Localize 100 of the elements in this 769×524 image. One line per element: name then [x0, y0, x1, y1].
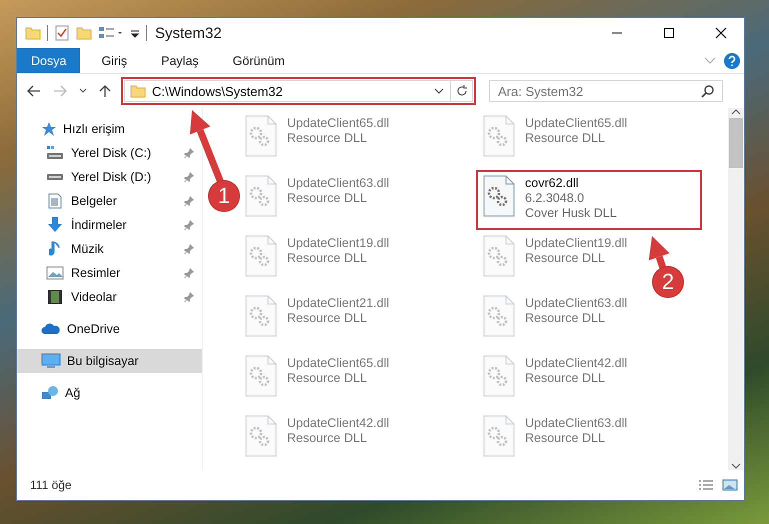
view-options-icon[interactable]: [98, 25, 124, 41]
file-item[interactable]: UpdateClient42.dll Resource DLL: [240, 412, 394, 468]
dll-file-icon: [244, 234, 278, 278]
drive-icon: [46, 173, 64, 181]
film-icon: [47, 289, 63, 305]
scroll-up-icon[interactable]: [731, 108, 741, 116]
up-arrow-icon[interactable]: [99, 84, 111, 98]
file-item[interactable]: UpdateClient65.dll Resource DLL: [240, 112, 394, 168]
sidebar-item[interactable]: Belgeler: [17, 189, 202, 213]
picture-icon: [46, 266, 64, 280]
file-name: UpdateClient42.dll: [287, 416, 390, 431]
dll-file-icon: [482, 354, 516, 398]
window-title: System32: [155, 24, 222, 42]
file-detail: 6.2.3048.0: [525, 191, 586, 206]
network-icon: [41, 385, 59, 401]
close-icon: [715, 27, 727, 39]
file-detail: Resource DLL: [525, 131, 606, 146]
file-detail: Resource DLL: [287, 251, 368, 266]
file-detail: Resource DLL: [525, 251, 606, 266]
file-detail: Resource DLL: [287, 131, 368, 146]
sidebar-item[interactable]: Yerel Disk (D:): [17, 165, 202, 189]
file-name: UpdateClient19.dll: [525, 236, 628, 251]
dll-file-icon: [482, 294, 516, 338]
folder-icon: [25, 26, 41, 40]
file-name: UpdateClient65.dll: [287, 356, 390, 371]
file-detail: Resource DLL: [287, 371, 368, 386]
file-item[interactable]: UpdateClient19.dll Resource DLL: [240, 232, 394, 288]
sidebar-item[interactable]: Resimler: [17, 261, 202, 285]
dll-file-icon: [244, 414, 278, 458]
dll-file-icon: [244, 294, 278, 338]
cloud-icon: [41, 323, 61, 335]
sidebar-item[interactable]: Yerel Disk (C:): [17, 141, 202, 165]
download-icon: [47, 217, 63, 233]
recent-dropdown-icon[interactable]: [79, 88, 87, 94]
scroll-down-icon[interactable]: [731, 462, 741, 470]
back-arrow-icon[interactable]: [27, 85, 41, 97]
file-name: UpdateClient19.dll: [287, 236, 390, 251]
details-view-icon[interactable]: [698, 479, 714, 491]
sidebar-item[interactable]: Videolar: [17, 285, 202, 309]
search-field[interactable]: Ara: System32: [489, 80, 723, 102]
dll-file-icon: [482, 174, 516, 218]
file-detail: Cover Husk DLL: [525, 206, 617, 221]
file-detail: Resource DLL: [525, 431, 606, 446]
music-note-icon: [49, 241, 61, 257]
file-detail: Resource DLL: [525, 311, 606, 326]
file-name: UpdateClient65.dll: [525, 116, 628, 131]
new-folder-icon: [76, 26, 92, 40]
star-icon: [41, 121, 57, 137]
dll-file-icon: [482, 234, 516, 278]
help-icon[interactable]: [724, 52, 740, 68]
file-item[interactable]: UpdateClient63.dll Resource DLL: [240, 172, 394, 228]
computer-icon: [41, 353, 61, 369]
file-item[interactable]: UpdateClient63.dll Resource DLL: [478, 292, 632, 348]
file-name: UpdateClient63.dll: [287, 176, 390, 191]
sidebar-item[interactable]: OneDrive: [17, 317, 126, 341]
properties-icon[interactable]: [54, 25, 70, 41]
file-name: covr62.dll: [525, 176, 580, 191]
scroll-thumb[interactable]: [729, 118, 743, 168]
file-item[interactable]: UpdateClient63.dll Resource DLL: [478, 412, 632, 468]
file-name: UpdateClient63.dll: [525, 416, 628, 431]
sidebar-item[interactable]: Bu bilgisayar: [17, 349, 202, 373]
sidebar-item[interactable]: İndirmeler: [17, 213, 202, 237]
chevron-down-icon: [434, 88, 444, 94]
file-item[interactable]: UpdateClient21.dll Resource DLL: [240, 292, 394, 348]
dll-file-icon: [244, 114, 278, 158]
address-bar[interactable]: C:\Windows\System32: [124, 80, 473, 102]
sidebar-item[interactable]: Müzik: [17, 237, 202, 261]
document-icon: [48, 193, 62, 209]
item-count: 111 öğe: [30, 478, 73, 492]
file-detail: Resource DLL: [287, 191, 368, 206]
sidebar-item[interactable]: Hızlı erişim: [17, 117, 131, 141]
drive-icon: [46, 145, 64, 161]
scrollbar[interactable]: [728, 108, 744, 470]
file-item[interactable]: UpdateClient19.dll Resource DLL: [478, 232, 632, 288]
large-icons-view-icon[interactable]: [722, 479, 738, 491]
ribbon-tab[interactable]: Paylaş: [148, 48, 212, 73]
file-item[interactable]: covr62.dll 6.2.3048.0 Cover Husk DLL: [478, 172, 700, 228]
folder-icon: [130, 84, 146, 98]
file-name: UpdateClient21.dll: [287, 296, 390, 311]
file-item[interactable]: UpdateClient42.dll Resource DLL: [478, 352, 632, 408]
address-path: C:\Windows\System32: [151, 84, 284, 98]
file-name: UpdateClient65.dll: [287, 116, 390, 131]
file-item[interactable]: UpdateClient65.dll Resource DLL: [240, 352, 394, 408]
file-item[interactable]: UpdateClient65.dll Resource DLL: [478, 112, 632, 168]
dll-file-icon: [482, 414, 516, 458]
file-detail: Resource DLL: [287, 431, 368, 446]
file-detail: Resource DLL: [287, 311, 368, 326]
file-detail: Resource DLL: [525, 371, 606, 386]
file-name: UpdateClient63.dll: [525, 296, 628, 311]
file-name: UpdateClient42.dll: [525, 356, 628, 371]
ribbon-tab[interactable]: Giriş: [88, 48, 140, 73]
dll-file-icon: [244, 354, 278, 398]
ribbon-tab[interactable]: Görünüm: [220, 48, 298, 73]
refresh-icon: [456, 85, 468, 97]
maximize-icon: [663, 27, 675, 39]
search-icon: [701, 84, 715, 98]
ribbon-tab[interactable]: Dosya: [17, 48, 80, 73]
dll-file-icon: [482, 114, 516, 158]
dll-file-icon: [244, 174, 278, 218]
sidebar-item[interactable]: Ağ: [17, 381, 86, 405]
